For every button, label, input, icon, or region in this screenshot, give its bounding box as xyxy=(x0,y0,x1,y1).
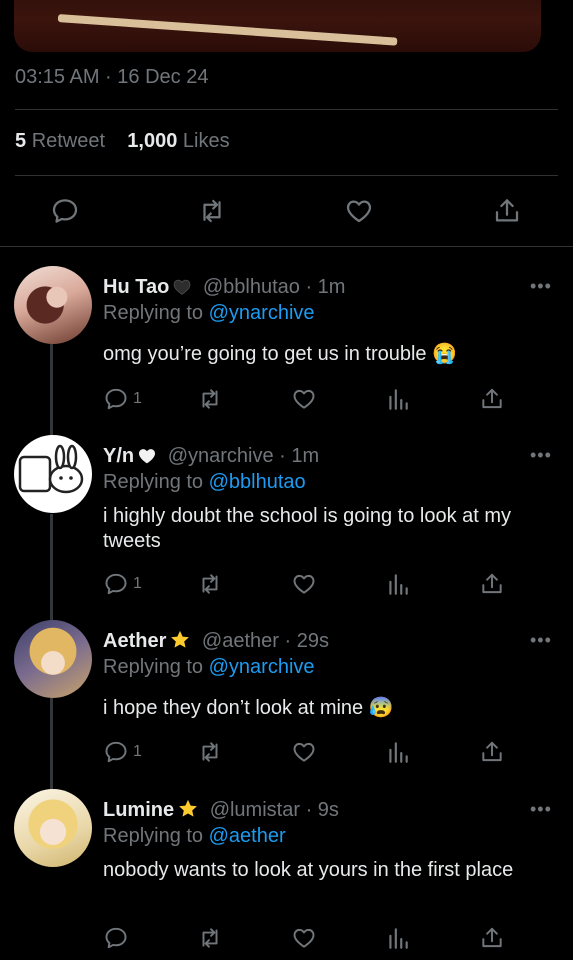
reply-icon[interactable] xyxy=(103,571,129,597)
replying-label: Replying to xyxy=(103,302,204,324)
analytics-icon[interactable] xyxy=(385,386,411,412)
tweet-stats: 5 Retweet 1,000 Likes xyxy=(15,130,230,153)
reply-text: nobody wants to look at yours in the fir… xyxy=(103,859,514,881)
analytics-icon[interactable] xyxy=(385,925,411,951)
thread-line xyxy=(50,698,53,790)
retweet-icon[interactable] xyxy=(197,739,223,765)
reply-text: i hope they don’t look at mine 😰 xyxy=(103,697,394,719)
divider xyxy=(15,175,558,176)
likes-label[interactable]: Likes xyxy=(183,130,230,152)
thread-line xyxy=(50,344,53,436)
share-icon[interactable] xyxy=(479,571,505,597)
replying-to: Replying to @aether xyxy=(103,825,286,848)
tweet-timestamp: 03:15 AM · 16 Dec 24 xyxy=(15,66,209,88)
tweet-media-image[interactable] xyxy=(14,0,541,52)
like-icon[interactable] xyxy=(291,739,317,765)
share-icon[interactable] xyxy=(492,196,522,226)
media-detail xyxy=(57,14,398,46)
reply-header: Y/n @ynarchive · 1m xyxy=(103,445,319,468)
divider xyxy=(15,109,558,110)
more-options-icon[interactable]: ••• xyxy=(530,799,552,820)
divider xyxy=(0,246,573,247)
reply-action-bar: 1 xyxy=(103,386,503,414)
replying-to-handle[interactable]: @bblhutao xyxy=(209,471,306,493)
replying-label: Replying to xyxy=(103,825,204,847)
reply-count: 1 xyxy=(133,390,142,407)
retweet-icon[interactable] xyxy=(197,196,227,226)
avatar[interactable] xyxy=(14,789,92,867)
like-icon[interactable] xyxy=(291,386,317,412)
reply-header: Lumine @lumistar · 9s xyxy=(103,799,339,822)
reply-action-bar: 1 xyxy=(103,571,503,599)
likes-count[interactable]: 1,000 xyxy=(127,130,177,152)
user-handle[interactable]: @bblhutao xyxy=(203,276,300,298)
reply-text: omg you’re going to get us in trouble 😭 xyxy=(103,343,457,365)
tweet-action-bar xyxy=(0,190,573,232)
like-icon[interactable] xyxy=(291,571,317,597)
post-time: · 1m xyxy=(279,445,320,467)
reply-action-bar xyxy=(103,925,503,953)
reply-text: i highly doubt the school is going to lo… xyxy=(103,505,512,552)
display-name[interactable]: Lumine xyxy=(103,799,174,821)
display-name[interactable]: Y/n xyxy=(103,445,134,467)
black-heart-icon xyxy=(173,279,191,295)
reply-count: 1 xyxy=(133,575,142,592)
reply-icon[interactable] xyxy=(103,739,129,765)
share-icon[interactable] xyxy=(479,925,505,951)
replying-label: Replying to xyxy=(103,656,204,678)
like-icon[interactable] xyxy=(291,925,317,951)
analytics-icon[interactable] xyxy=(385,739,411,765)
like-icon[interactable] xyxy=(344,196,374,226)
replying-to: Replying to @ynarchive xyxy=(103,302,315,325)
user-handle[interactable]: @ynarchive xyxy=(168,445,274,467)
reply-header: Aether @aether · 29s xyxy=(103,630,329,653)
display-name[interactable]: Hu Tao xyxy=(103,276,169,298)
retweet-icon[interactable] xyxy=(197,571,223,597)
analytics-icon[interactable] xyxy=(385,571,411,597)
retweet-label[interactable]: Retweet xyxy=(32,130,105,152)
reply-icon[interactable] xyxy=(50,196,80,226)
display-name[interactable]: Aether xyxy=(103,630,166,652)
star-icon xyxy=(170,630,190,649)
reply-action-bar: 1 xyxy=(103,739,503,767)
avatar[interactable] xyxy=(14,620,92,698)
share-icon[interactable] xyxy=(479,739,505,765)
user-handle[interactable]: @lumistar xyxy=(210,799,300,821)
more-options-icon[interactable]: ••• xyxy=(530,630,552,651)
more-options-icon[interactable]: ••• xyxy=(530,445,552,466)
reply-icon[interactable] xyxy=(103,386,129,412)
avatar[interactable] xyxy=(14,266,92,344)
reply-icon[interactable] xyxy=(103,925,129,951)
white-heart-icon xyxy=(138,448,156,464)
user-handle[interactable]: @aether xyxy=(202,630,279,652)
replying-label: Replying to xyxy=(103,471,204,493)
thread-line xyxy=(50,514,53,620)
more-options-icon[interactable]: ••• xyxy=(530,276,552,297)
post-time: · 29s xyxy=(284,630,329,652)
star-icon xyxy=(178,799,198,818)
retweet-icon[interactable] xyxy=(197,925,223,951)
post-time: · 9s xyxy=(305,799,339,821)
replying-to: Replying to @bblhutao xyxy=(103,471,306,494)
post-time: · 1m xyxy=(305,276,346,298)
reply-header: Hu Tao @bblhutao · 1m xyxy=(103,276,345,299)
replying-to-handle[interactable]: @ynarchive xyxy=(209,302,315,324)
replying-to-handle[interactable]: @ynarchive xyxy=(209,656,315,678)
replying-to-handle[interactable]: @aether xyxy=(209,825,286,847)
retweet-count[interactable]: 5 xyxy=(15,130,26,152)
reply-count: 1 xyxy=(133,743,142,760)
replying-to: Replying to @ynarchive xyxy=(103,656,315,679)
avatar[interactable] xyxy=(14,435,92,513)
share-icon[interactable] xyxy=(479,386,505,412)
retweet-icon[interactable] xyxy=(197,386,223,412)
